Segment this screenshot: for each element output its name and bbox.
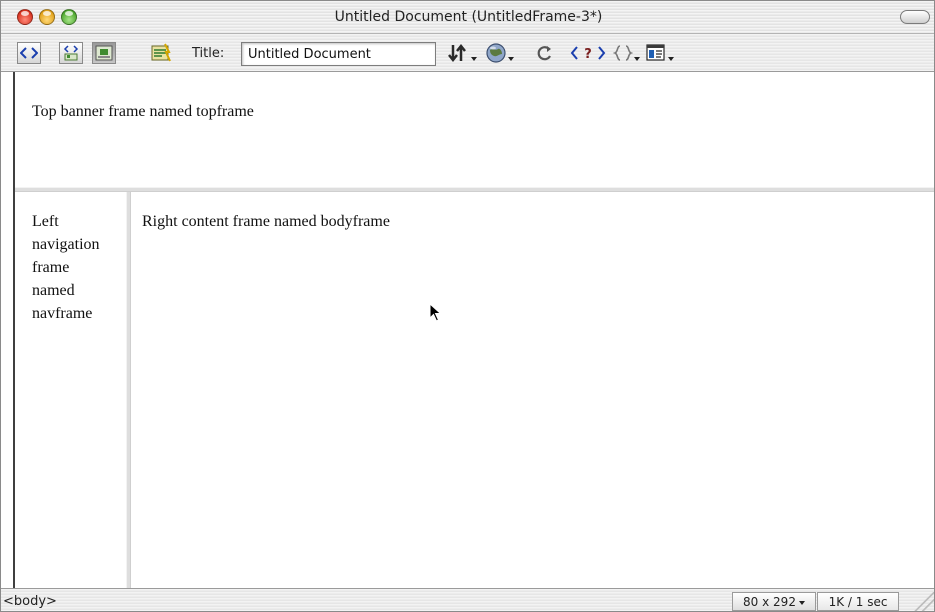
code-view-button[interactable]: [17, 42, 41, 64]
window-size-value: 80 x 292: [743, 594, 796, 609]
reference-icon: ?: [570, 46, 606, 62]
topframe-content[interactable]: Top banner frame named topframe: [32, 100, 254, 123]
globe-icon: [486, 43, 506, 63]
refresh-button[interactable]: [536, 42, 554, 64]
svg-text:?: ?: [584, 47, 592, 62]
split-view-icon: [63, 45, 79, 61]
frameset-outer-border: [13, 72, 15, 588]
reference-button[interactable]: ?: [570, 42, 606, 64]
nav-line: frame: [32, 259, 70, 276]
nav-line: named: [32, 282, 75, 299]
vertical-frame-border[interactable]: [126, 192, 131, 588]
file-management-button[interactable]: [446, 42, 477, 64]
navframe-content[interactable]: Left navigation frame named navframe: [32, 210, 126, 325]
code-view-icon: [20, 47, 38, 59]
chevron-down-icon: [668, 57, 674, 61]
status-bar: <body> 80 x 292 1K / 1 sec: [1, 588, 934, 611]
design-view-button[interactable]: [92, 42, 116, 64]
nav-line: navigation: [32, 236, 100, 253]
chevron-down-icon: [508, 57, 514, 61]
toolbar-toggle-button[interactable]: [900, 10, 930, 24]
window-size-popup[interactable]: 80 x 292: [732, 592, 816, 611]
split-view-button[interactable]: [59, 42, 83, 64]
chevron-down-icon: [471, 57, 477, 61]
bodyframe-content[interactable]: Right content frame named bodyframe: [142, 210, 390, 233]
document-title-input[interactable]: [241, 42, 436, 66]
nav-line: Left: [32, 213, 59, 230]
document-window: Untitled Document (UntitledFrame-3*) Tit…: [0, 0, 935, 612]
refresh-icon: [537, 46, 551, 61]
window-title: Untitled Document (UntitledFrame-3*): [334, 9, 603, 25]
title-bar[interactable]: Untitled Document (UntitledFrame-3*): [1, 1, 934, 34]
horizontal-frame-border[interactable]: [15, 187, 934, 192]
chevron-down-icon: [634, 57, 640, 61]
document-toolbar: Title: Untitled Document ?: [1, 34, 934, 72]
download-size-time: 1K / 1 sec: [817, 592, 899, 611]
nav-line: navframe: [32, 305, 93, 322]
mouse-pointer-icon: [429, 303, 442, 322]
file-management-icon: [448, 43, 466, 63]
tag-selector[interactable]: <body>: [3, 593, 57, 611]
design-view-icon: [95, 45, 113, 61]
code-navigation-button[interactable]: [613, 42, 640, 64]
title-label: Title:: [192, 46, 225, 61]
code-navigation-icon: [613, 45, 633, 61]
view-options-button[interactable]: [645, 42, 674, 64]
chevron-down-icon: [798, 600, 805, 605]
preview-in-browser-button[interactable]: [485, 42, 514, 64]
view-options-icon: [646, 44, 665, 61]
resize-grip-icon[interactable]: [906, 592, 934, 611]
live-data-icon: [151, 43, 171, 62]
live-data-button[interactable]: [149, 42, 173, 64]
frameset-design-area[interactable]: Top banner frame named topframe Left nav…: [1, 72, 934, 588]
